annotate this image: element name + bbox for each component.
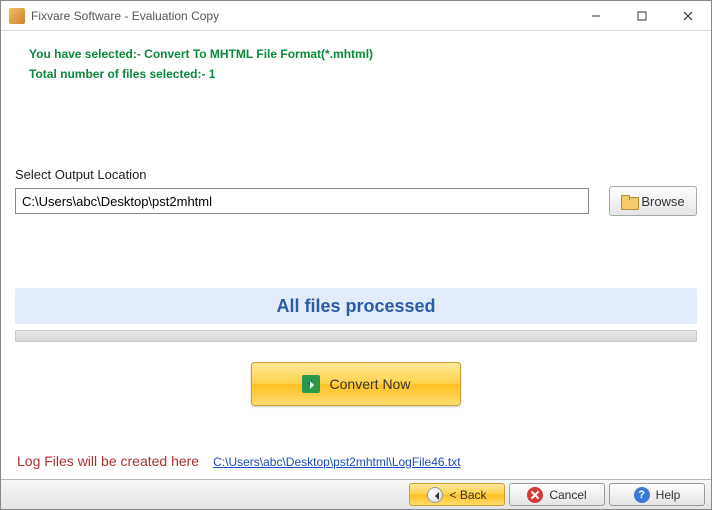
minimize-button[interactable] <box>573 1 619 31</box>
status-band: All files processed <box>15 288 697 324</box>
help-button[interactable]: ? Help <box>609 483 705 506</box>
cancel-button[interactable]: Cancel <box>509 483 605 506</box>
help-label: Help <box>656 488 681 502</box>
cancel-label: Cancel <box>549 488 586 502</box>
cancel-icon <box>527 487 543 503</box>
status-text: All files processed <box>276 296 435 317</box>
output-path-input[interactable] <box>15 188 589 214</box>
back-button[interactable]: < Back <box>409 483 505 506</box>
browse-label: Browse <box>641 194 684 209</box>
folder-icon <box>621 195 637 208</box>
log-label: Log Files will be created here <box>17 453 199 469</box>
log-row: Log Files will be created here C:\Users\… <box>17 453 461 469</box>
selected-format-text: You have selected:- Convert To MHTML Fil… <box>29 47 697 61</box>
back-label: < Back <box>449 488 486 502</box>
main-content: You have selected:- Convert To MHTML Fil… <box>1 31 711 479</box>
footer-bar: < Back Cancel ? Help <box>1 479 711 509</box>
maximize-button[interactable] <box>619 1 665 31</box>
close-button[interactable] <box>665 1 711 31</box>
browse-button[interactable]: Browse <box>609 186 697 216</box>
window-title: Fixvare Software - Evaluation Copy <box>31 9 219 23</box>
output-location-label: Select Output Location <box>15 167 697 182</box>
file-count-text: Total number of files selected:- 1 <box>29 67 697 81</box>
convert-icon <box>302 375 320 393</box>
app-icon <box>9 8 25 24</box>
convert-now-button[interactable]: Convert Now <box>251 362 461 406</box>
help-icon: ? <box>634 487 650 503</box>
output-path-row: Browse <box>15 186 697 216</box>
log-file-link[interactable]: C:\Users\abc\Desktop\pst2mhtml\LogFile46… <box>213 455 460 469</box>
titlebar: Fixvare Software - Evaluation Copy <box>1 1 711 31</box>
convert-label: Convert Now <box>330 376 411 392</box>
back-icon <box>427 487 443 503</box>
progress-bar <box>15 330 697 342</box>
